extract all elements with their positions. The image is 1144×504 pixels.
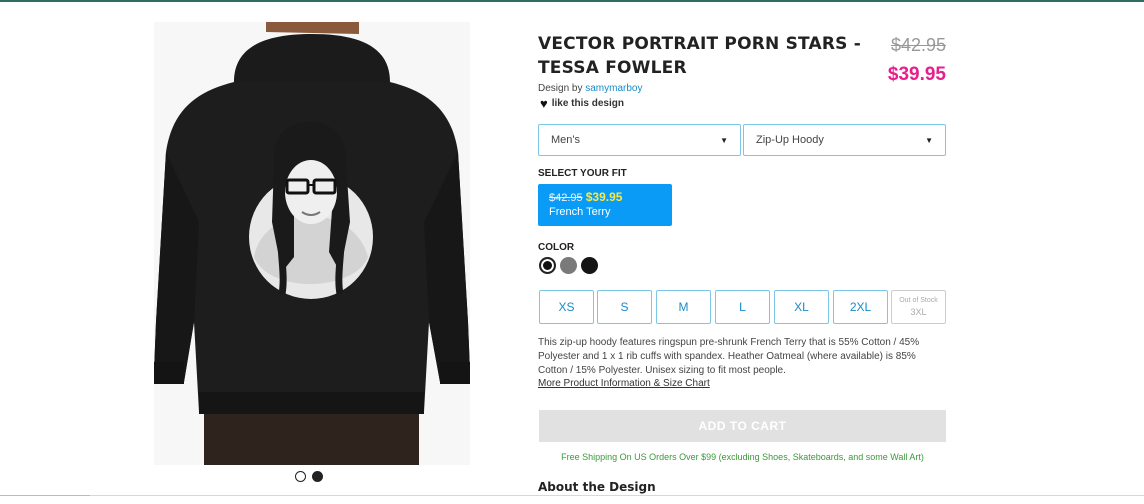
heart-icon: ♥ (540, 95, 548, 111)
designer-link[interactable]: samymarboy (585, 83, 642, 94)
gallery-dots (295, 471, 323, 482)
original-price: $42.95 (890, 35, 946, 55)
product-image[interactable] (154, 22, 470, 465)
color-heading: COLOR (538, 242, 575, 253)
style-value: Zip-Up Hoody (756, 134, 824, 146)
color-swatch-black[interactable] (539, 257, 556, 274)
about-heading: About the Design (538, 480, 656, 494)
hoodie-illustration (154, 22, 470, 465)
like-button[interactable]: ♥ like this design (540, 95, 624, 111)
gallery-dot-2[interactable] (312, 471, 323, 482)
top-accent-bar (0, 0, 1144, 2)
size-s-button[interactable]: S (597, 290, 652, 324)
product-title: VECTOR PORTRAIT PORN STARS - TESSA FOWLE… (538, 34, 861, 78)
category-value: Men's (551, 134, 580, 146)
out-of-stock-size: 3XL (910, 307, 927, 317)
fit-original-price: $42.95 (549, 192, 583, 204)
fit-heading: SELECT YOUR FIT (538, 168, 627, 179)
chevron-down-icon: ▼ (720, 135, 728, 145)
color-swatch-heather-gray[interactable] (560, 257, 577, 274)
chevron-down-icon: ▼ (925, 135, 933, 145)
sale-price: $39.95 (887, 64, 946, 85)
size-m-button[interactable]: M (656, 290, 711, 324)
fit-name: French Terry (549, 206, 611, 218)
color-swatches (539, 257, 598, 274)
shipping-notice: Free Shipping On US Orders Over $99 (exc… (561, 452, 924, 462)
size-2xl-button[interactable]: 2XL (833, 290, 888, 324)
size-3xl-out-of-stock: Out of Stock 3XL (891, 290, 946, 324)
color-swatch-black-2[interactable] (581, 257, 598, 274)
size-xl-button[interactable]: XL (774, 290, 829, 324)
size-chart-link[interactable]: More Product Information & Size Chart (538, 378, 710, 389)
gallery-dot-1[interactable] (295, 471, 306, 482)
out-of-stock-label: Out of Stock (899, 297, 938, 304)
fit-prices: $42.95 $39.95 (549, 190, 661, 204)
product-description: This zip-up hoody features ringspun pre-… (538, 337, 920, 376)
fit-option-french-terry[interactable]: $42.95 $39.95 French Terry (538, 184, 672, 226)
size-options: XS S M L XL 2XL Out of Stock 3XL (538, 290, 947, 324)
size-l-button[interactable]: L (715, 290, 770, 324)
fit-sale-price: $39.95 (585, 190, 623, 204)
category-select[interactable]: Men's ▼ (538, 124, 741, 156)
divider (0, 495, 1144, 496)
design-credit: Design by samymarboy (538, 83, 643, 94)
size-xs-button[interactable]: XS (539, 290, 594, 324)
like-label: like this design (551, 98, 624, 109)
add-to-cart-button[interactable]: ADD TO CART (539, 410, 946, 442)
style-select[interactable]: Zip-Up Hoody ▼ (743, 124, 946, 156)
design-by-label: Design by (538, 83, 583, 94)
